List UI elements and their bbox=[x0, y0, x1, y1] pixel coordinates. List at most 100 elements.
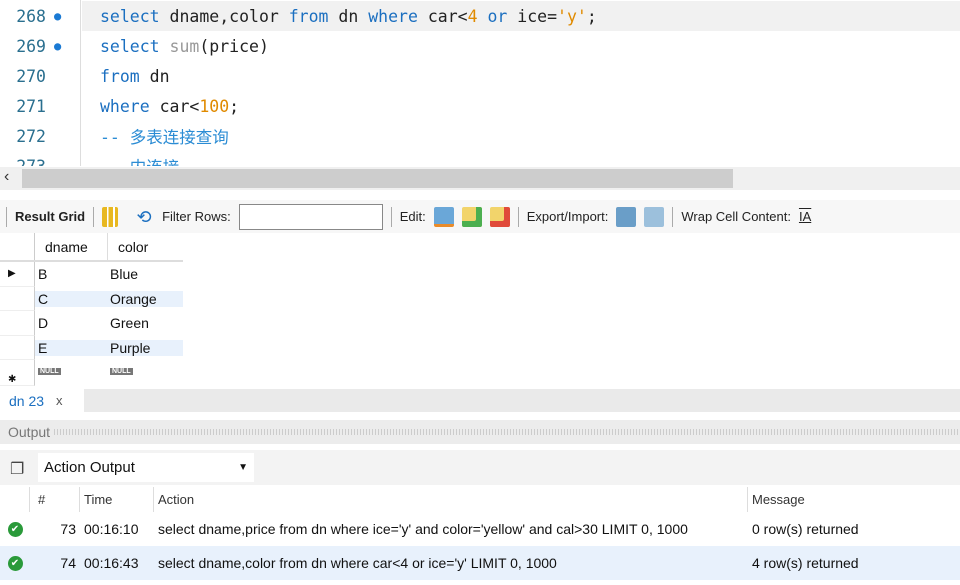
status-cell: ✔ bbox=[0, 555, 30, 571]
column-header-action[interactable]: Action bbox=[154, 487, 748, 512]
result-toolbar: Result Grid ⟲ Filter Rows: Edit: Export/… bbox=[0, 200, 960, 233]
cell-color[interactable]: Green bbox=[107, 315, 183, 331]
row-time: 00:16:10 bbox=[84, 521, 139, 537]
code-line[interactable]: 272 -- 多表连接查询 bbox=[0, 121, 960, 151]
row-number: 74 bbox=[60, 555, 76, 571]
code-token: 内连接 bbox=[100, 158, 180, 166]
code-line[interactable]: 271 where car<100; bbox=[0, 91, 960, 121]
code-text: select dname,color from dn where car<4 o… bbox=[80, 7, 597, 26]
cell-color[interactable]: Orange bbox=[107, 290, 183, 307]
code-text: where car<100; bbox=[80, 97, 239, 116]
row-action: select dname,price from dn where ice='y'… bbox=[158, 521, 688, 537]
column-header-dname[interactable]: dname bbox=[35, 239, 107, 255]
code-token: car< bbox=[417, 6, 468, 26]
sql-editor[interactable]: 268 ● select dname,color from dn where car… bbox=[0, 0, 960, 166]
row-header[interactable]: ▶ bbox=[0, 262, 35, 287]
code-text: from dn bbox=[80, 67, 170, 86]
table-row[interactable]: C Orange bbox=[0, 286, 183, 311]
filter-rows-label: Filter Rows: bbox=[162, 209, 231, 224]
table-row[interactable]: ▶ B Blue bbox=[0, 262, 183, 287]
code-line[interactable]: 273 内连接 bbox=[0, 151, 960, 167]
null-cell[interactable]: NULL bbox=[35, 360, 107, 376]
cell-dname[interactable]: D bbox=[35, 315, 107, 331]
scrollbar-thumb[interactable] bbox=[22, 169, 733, 188]
edit-label: Edit: bbox=[399, 209, 426, 224]
code-token: car< bbox=[149, 96, 200, 116]
output-type-dropdown[interactable]: Action Output ▼ bbox=[38, 453, 254, 482]
code-token: -- 多表连接查询 bbox=[100, 128, 229, 147]
column-header-num[interactable]: # bbox=[30, 487, 80, 512]
cell-dname[interactable]: C bbox=[35, 290, 107, 307]
divider bbox=[517, 206, 519, 227]
code-line[interactable]: 268 ● select dname,color from dn where car… bbox=[16, 1, 960, 31]
column-header-time[interactable]: Time bbox=[80, 487, 154, 512]
column-header-color[interactable]: color bbox=[107, 233, 183, 260]
line-number: 268 bbox=[16, 6, 46, 26]
close-icon[interactable]: x bbox=[56, 393, 63, 408]
code-line[interactable]: 269 ● select sum(price) bbox=[0, 31, 960, 61]
new-row-marker[interactable]: ✱ bbox=[0, 360, 35, 386]
code-token: 100 bbox=[199, 96, 230, 116]
row-message: 0 row(s) returned bbox=[752, 521, 859, 537]
scroll-left-icon[interactable]: ‹ bbox=[4, 168, 9, 186]
result-grid-tab[interactable]: Result Grid bbox=[15, 209, 85, 224]
cell-dname[interactable]: E bbox=[35, 339, 107, 356]
drag-handle[interactable] bbox=[54, 429, 960, 435]
dropdown-value: Action Output bbox=[44, 459, 135, 476]
null-badge: NULL bbox=[38, 368, 61, 375]
code-token: ice= bbox=[507, 6, 558, 26]
line-number: 273 bbox=[16, 156, 46, 167]
row-header[interactable] bbox=[0, 311, 35, 336]
row-header bbox=[0, 233, 35, 260]
export-icon[interactable] bbox=[616, 206, 637, 227]
add-row-icon[interactable] bbox=[461, 206, 482, 227]
table-row[interactable]: E Purple bbox=[0, 335, 183, 360]
status-column bbox=[0, 487, 30, 512]
import-icon[interactable] bbox=[644, 206, 665, 227]
output-panel-header: Output bbox=[0, 420, 960, 444]
horizontal-scrollbar[interactable]: ‹ bbox=[0, 167, 960, 190]
code-token: ; bbox=[229, 96, 240, 116]
null-badge: NULL bbox=[110, 368, 133, 375]
output-row[interactable]: ✔ 73 00:16:10 select dname,price from dn wh… bbox=[0, 512, 960, 546]
column-header-message[interactable]: Message bbox=[748, 487, 960, 512]
grid-header: dname color bbox=[0, 233, 183, 262]
code-token: select bbox=[100, 36, 160, 56]
null-cell[interactable]: NULL bbox=[107, 360, 183, 376]
code-line[interactable]: 270 from dn bbox=[0, 61, 960, 91]
code-token: 4 bbox=[467, 6, 478, 26]
code-token: where bbox=[100, 96, 150, 116]
cell-dname[interactable]: B bbox=[35, 266, 107, 282]
line-number: 271 bbox=[16, 96, 46, 116]
row-number: 73 bbox=[60, 521, 76, 537]
row-message: 4 row(s) returned bbox=[752, 555, 859, 571]
copy-icon[interactable]: ❐ bbox=[10, 459, 24, 479]
output-row[interactable]: ✔ 74 00:16:43 select dname,color from dn wh… bbox=[0, 546, 960, 580]
cell-color[interactable]: Purple bbox=[107, 339, 183, 356]
statement-marker-icon: ● bbox=[54, 9, 62, 23]
delete-row-icon[interactable] bbox=[489, 206, 510, 227]
code-token: from bbox=[100, 66, 140, 86]
code-text: select sum(price) bbox=[80, 37, 269, 56]
cell-color[interactable]: Blue bbox=[107, 266, 183, 282]
line-number: 270 bbox=[16, 66, 46, 86]
code-token: sum bbox=[169, 36, 200, 56]
new-row[interactable]: ✱ NULL NULL bbox=[0, 360, 183, 386]
action-output-table: # Time Action Message ✔ 73 00:16:10 select … bbox=[0, 487, 960, 580]
table-row[interactable]: D Green bbox=[0, 311, 183, 336]
edit-cell-icon[interactable] bbox=[433, 206, 454, 227]
divider bbox=[6, 206, 7, 227]
wrap-cell-icon[interactable]: IA bbox=[799, 209, 811, 224]
code-token: or bbox=[487, 6, 508, 26]
refresh-icon[interactable]: ⟲ bbox=[134, 207, 154, 227]
divider bbox=[672, 206, 674, 227]
code-token: dname,color bbox=[159, 6, 289, 26]
filter-rows-input[interactable] bbox=[238, 203, 383, 230]
result-grid: dname color ▶ B Blue C Orange D Green E Purple ✱ N… bbox=[0, 233, 183, 386]
row-header[interactable] bbox=[0, 286, 35, 311]
grid-layout-icon[interactable] bbox=[102, 206, 119, 227]
code-token: from bbox=[288, 6, 329, 26]
result-tab[interactable]: dn 23 x bbox=[0, 389, 84, 412]
row-header[interactable] bbox=[0, 335, 35, 360]
divider bbox=[390, 206, 392, 227]
